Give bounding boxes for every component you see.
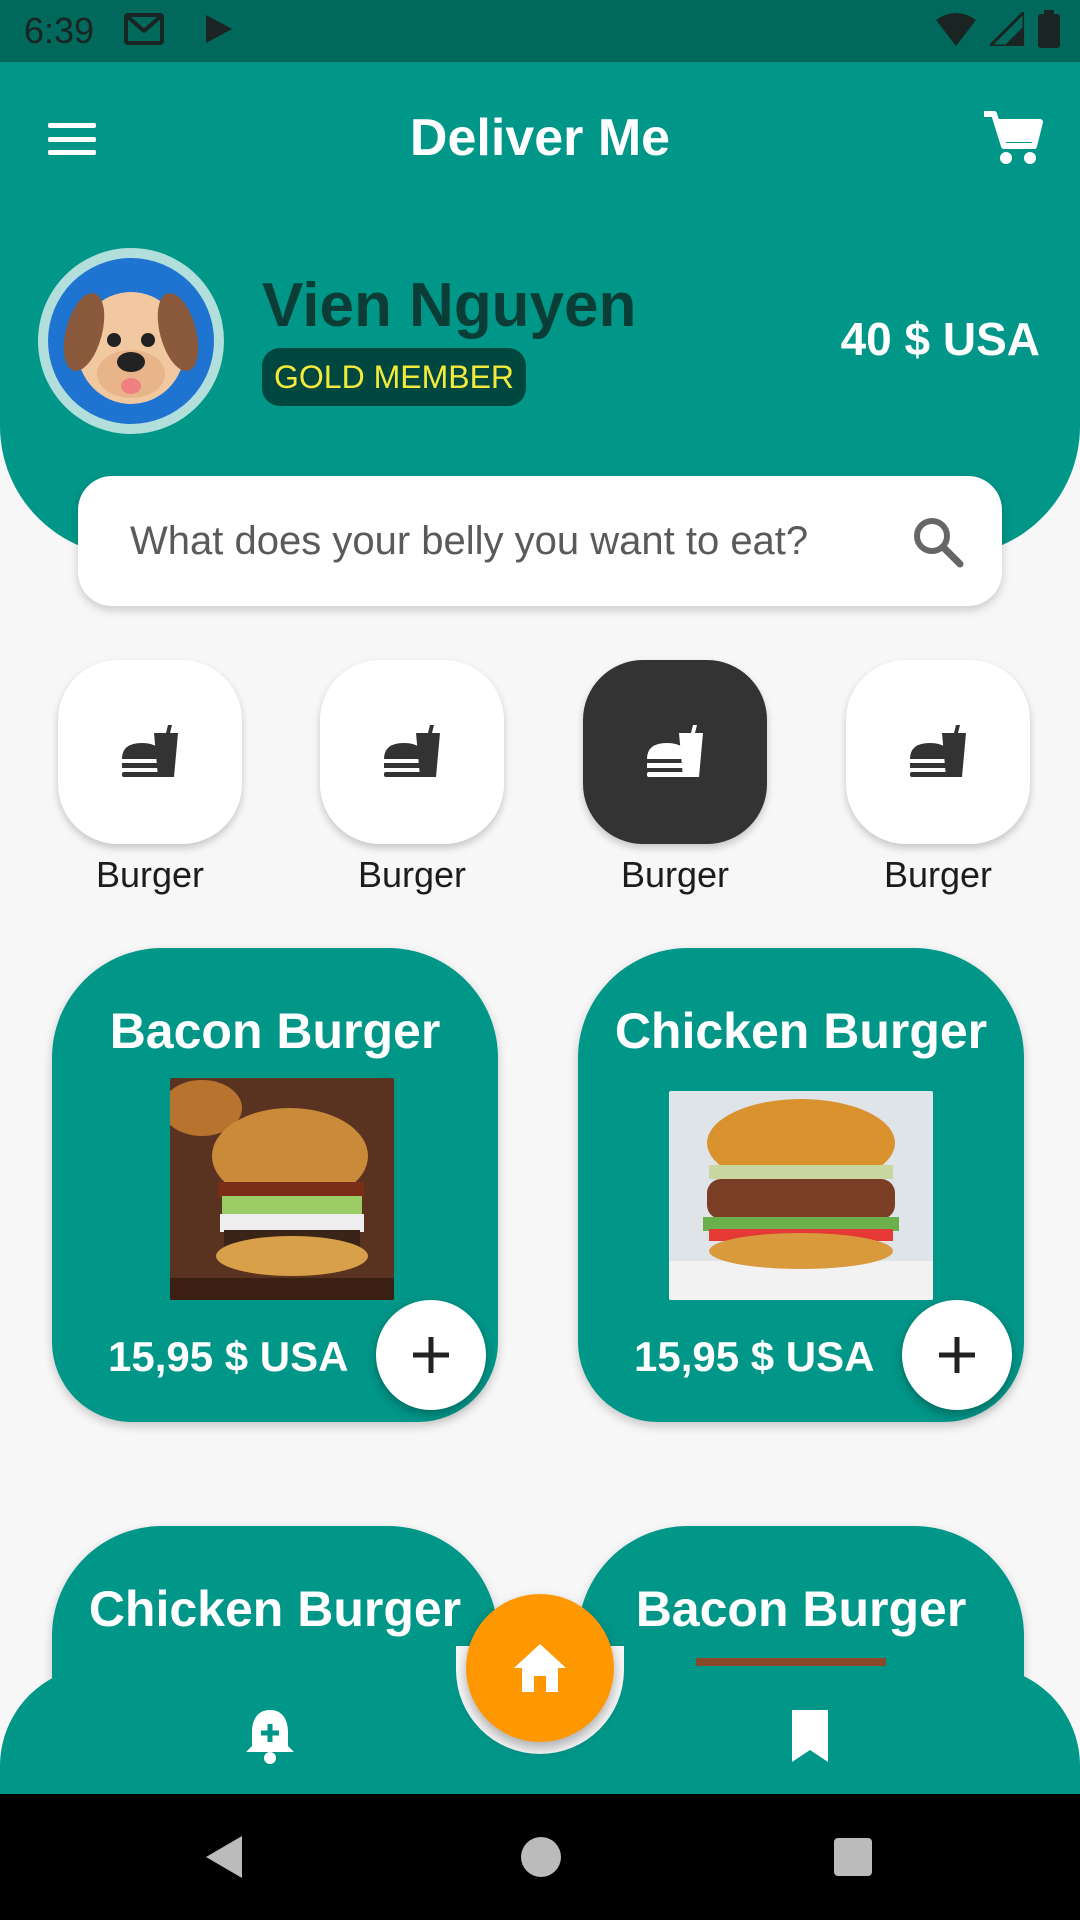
gmail-icon [124,12,165,50]
signal-icon [986,8,1026,51]
member-badge: GOLD MEMBER [262,348,527,406]
category-item[interactable]: Burger [58,660,242,896]
status-time: 6:39 [24,10,95,51]
food-title: Bacon Burger [109,1003,441,1059]
category-label: Burger [883,854,993,895]
search-box [78,476,1002,606]
fastfood-icon [910,725,966,777]
category-tile[interactable] [320,660,504,844]
food-image [669,1091,933,1300]
wifi-icon [936,12,976,51]
food-title: Chicken Burger [88,1581,462,1637]
category-item-selected[interactable]: Burger [583,660,767,896]
home-circle-icon[interactable] [516,1832,566,1882]
plus-icon [939,1337,975,1373]
battery-icon [1038,10,1060,53]
category-item[interactable]: Burger [320,660,504,896]
category-label: Burger [620,854,730,895]
recents-icon[interactable] [828,1832,878,1882]
app-title: Deliver Me [409,109,671,167]
bookmark-icon[interactable] [780,1706,840,1766]
food-card[interactable]: Chicken Burger 15,95 $ USA [578,948,1024,1422]
user-name: Vien Nguyen [262,271,637,340]
food-price: 15,95 $ USA [634,1333,875,1380]
status-bar: 6:39 [0,0,1080,62]
category-label: Burger [357,854,467,895]
avatar[interactable] [38,248,224,434]
category-item[interactable]: Burger [846,660,1030,896]
category-label: Burger [95,854,205,895]
play-store-icon [204,13,234,50]
category-tile-selected[interactable] [583,660,767,844]
food-title: Bacon Burger [635,1581,967,1637]
category-tile[interactable] [58,660,242,844]
app-bar: Deliver Me [0,62,1080,212]
balance-value: 40 $ USA [840,313,1040,365]
fastfood-icon [384,725,440,777]
category-tile[interactable] [846,660,1030,844]
cart-icon[interactable] [980,108,1044,168]
search-icon[interactable] [910,514,966,570]
home-fab[interactable] [466,1594,614,1742]
notification-add-icon[interactable] [240,1706,300,1766]
food-card[interactable]: Bacon Burger 15,95 $ USA [52,948,498,1422]
home-icon [514,1644,566,1692]
fastfood-icon [122,725,178,777]
plus-icon [413,1337,449,1373]
food-image [170,1078,394,1300]
add-button[interactable] [376,1300,486,1410]
search-input[interactable] [130,476,890,606]
food-price: 15,95 $ USA [108,1333,349,1380]
system-nav-bar [0,1794,1080,1920]
food-title: Chicken Burger [614,1003,988,1059]
back-icon[interactable] [200,1832,250,1882]
dog-avatar-icon [63,292,199,404]
add-button[interactable] [902,1300,1012,1410]
fastfood-icon [647,725,703,777]
